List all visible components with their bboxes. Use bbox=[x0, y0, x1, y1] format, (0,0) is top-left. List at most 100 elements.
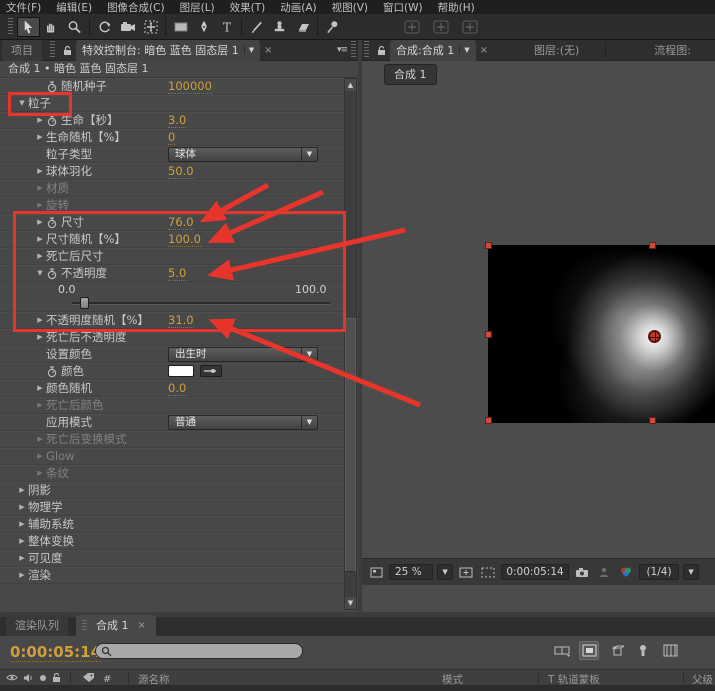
show-snapshot-icon[interactable] bbox=[595, 564, 613, 580]
param-value[interactable]: 0.0 bbox=[168, 381, 187, 396]
current-time-display[interactable]: 0:00:05:14 bbox=[10, 643, 102, 662]
dropdown-arrow-icon[interactable]: ▼ bbox=[301, 148, 317, 161]
frame-blend-icon[interactable] bbox=[552, 641, 572, 660]
twirl-closed-icon[interactable]: ▶ bbox=[34, 129, 46, 146]
twirl-closed-icon[interactable]: ▶ bbox=[34, 180, 46, 197]
chevron-down-icon[interactable]: ▼ bbox=[459, 45, 470, 54]
dropdown-arrow-icon[interactable]: ▼ bbox=[301, 348, 317, 361]
stopwatch-icon[interactable] bbox=[47, 267, 57, 280]
twirl-closed-icon[interactable]: ▶ bbox=[34, 248, 46, 265]
index-hash-icon[interactable]: # bbox=[103, 674, 111, 685]
region-of-interest-icon[interactable] bbox=[479, 564, 497, 580]
pen-tool-icon[interactable] bbox=[192, 17, 215, 37]
close-icon[interactable]: × bbox=[480, 45, 488, 56]
menu-item-7[interactable]: 视图(V) bbox=[332, 0, 368, 15]
stopwatch-icon[interactable] bbox=[47, 216, 57, 229]
tab-layer[interactable]: 图层:(无) bbox=[534, 42, 579, 58]
composition-viewer[interactable]: 合成 1 25 % ▼ 0:00:05:14 (1/4) ▼ bbox=[362, 61, 715, 585]
motion-blur-icon[interactable] bbox=[633, 641, 653, 660]
audio-speaker-icon[interactable] bbox=[23, 673, 34, 686]
close-icon[interactable]: × bbox=[138, 620, 146, 631]
live-update-icon[interactable]: ✶ bbox=[606, 641, 626, 660]
twirl-closed-icon[interactable]: ▶ bbox=[16, 533, 28, 550]
color-swatch[interactable] bbox=[168, 365, 194, 377]
column-parent[interactable]: 父级 bbox=[692, 672, 713, 687]
rect-tool-icon[interactable] bbox=[169, 17, 192, 37]
viewer-timecode[interactable]: 0:00:05:14 bbox=[501, 564, 569, 580]
selection-tool-icon[interactable] bbox=[17, 16, 40, 37]
stopwatch-icon[interactable] bbox=[47, 365, 57, 378]
scroll-down-icon[interactable]: ▼ bbox=[345, 597, 356, 609]
menu-item-8[interactable]: 窗口(W) bbox=[383, 0, 423, 15]
snapshot-camera-icon[interactable] bbox=[573, 564, 591, 580]
param-value[interactable]: 3.0 bbox=[168, 113, 187, 128]
twirl-open-icon[interactable]: ▼ bbox=[16, 95, 28, 112]
twirl-closed-icon[interactable]: ▶ bbox=[34, 465, 46, 482]
anchor-point-target[interactable] bbox=[648, 330, 661, 343]
twirl-closed-icon[interactable]: ▶ bbox=[34, 231, 46, 248]
param-value[interactable]: 100000 bbox=[168, 79, 212, 94]
axis-local-icon[interactable] bbox=[400, 17, 423, 37]
selection-handle[interactable] bbox=[485, 331, 492, 338]
panel-menu-icon[interactable]: ▾≡ bbox=[337, 45, 348, 55]
twirl-closed-icon[interactable]: ▶ bbox=[34, 329, 46, 346]
stamp-tool-icon[interactable] bbox=[268, 17, 291, 37]
dropdown-arrow-icon[interactable]: ▼ bbox=[301, 416, 317, 429]
menu-item-3[interactable]: 图像合成(C) bbox=[107, 0, 165, 15]
scrollbar-thumb[interactable] bbox=[345, 317, 356, 572]
twirl-closed-icon[interactable]: ▶ bbox=[34, 448, 46, 465]
tab-render-queue[interactable]: 渲染队列 bbox=[6, 615, 68, 636]
resolution-dropdown-arrow-icon[interactable]: ▼ bbox=[683, 564, 699, 580]
chevron-down-icon[interactable]: ▼ bbox=[243, 45, 254, 54]
stopwatch-icon[interactable] bbox=[47, 80, 57, 93]
column-source-name[interactable]: 源名称 bbox=[138, 672, 170, 687]
param-value[interactable]: 0 bbox=[168, 130, 176, 145]
selection-handle[interactable] bbox=[649, 242, 656, 249]
zoom-tool-icon[interactable] bbox=[63, 17, 86, 37]
param-value[interactable]: 76.0 bbox=[168, 215, 194, 230]
scrollbar[interactable]: ▲ ▼ bbox=[344, 78, 357, 610]
scroll-up-icon[interactable]: ▲ bbox=[345, 79, 356, 91]
eyedropper-icon[interactable] bbox=[200, 365, 222, 377]
solo-icon[interactable] bbox=[39, 673, 47, 685]
slider-handle[interactable] bbox=[80, 297, 89, 309]
param-dropdown[interactable]: 球体 ▼ bbox=[168, 147, 318, 162]
draft-3d-icon[interactable] bbox=[579, 641, 599, 660]
twirl-closed-icon[interactable]: ▶ bbox=[16, 567, 28, 584]
safe-margins-icon[interactable] bbox=[457, 564, 475, 580]
panel-gripper[interactable] bbox=[351, 41, 356, 59]
lock-icon[interactable] bbox=[377, 45, 386, 56]
slider-track[interactable] bbox=[72, 297, 330, 309]
solid-layer-with-particle[interactable] bbox=[485, 242, 715, 424]
eraser-tool-icon[interactable] bbox=[291, 17, 314, 37]
toolbar-gripper[interactable] bbox=[8, 17, 13, 36]
text-tool-icon[interactable]: T bbox=[215, 17, 238, 37]
video-eye-icon[interactable] bbox=[6, 673, 18, 685]
twirl-closed-icon[interactable]: ▶ bbox=[34, 163, 46, 180]
resolution-dropdown[interactable]: (1/4) bbox=[639, 564, 679, 580]
column-trkmat[interactable]: T 轨道蒙板 bbox=[548, 672, 600, 687]
comp-name-chip[interactable]: 合成 1 bbox=[384, 64, 437, 85]
zoom-dropdown-arrow-icon[interactable]: ▼ bbox=[437, 564, 453, 580]
channel-rgb-icon[interactable] bbox=[617, 564, 635, 580]
selection-handle[interactable] bbox=[485, 242, 492, 249]
menu-item-6[interactable]: 动画(A) bbox=[280, 0, 316, 15]
twirl-closed-icon[interactable]: ▶ bbox=[34, 431, 46, 448]
rotate-tool-icon[interactable] bbox=[93, 17, 116, 37]
menu-item-9[interactable]: 帮助(H) bbox=[438, 0, 475, 15]
twirl-closed-icon[interactable]: ▶ bbox=[34, 312, 46, 329]
pin-tool-icon[interactable] bbox=[321, 17, 344, 37]
param-value[interactable]: 50.0 bbox=[168, 164, 194, 179]
timeline-search[interactable] bbox=[95, 643, 303, 659]
param-value[interactable]: 100.0 bbox=[168, 232, 201, 247]
menu-item-5[interactable]: 效果(T) bbox=[230, 0, 266, 15]
axis-world-icon[interactable] bbox=[429, 17, 452, 37]
tab-project[interactable]: 项目 bbox=[2, 39, 42, 61]
twirl-closed-icon[interactable]: ▶ bbox=[34, 397, 46, 414]
tab-composition[interactable]: 合成:合成 1 ▼ bbox=[390, 39, 476, 61]
stopwatch-icon[interactable] bbox=[47, 114, 57, 127]
tab-effect-controls[interactable]: 特效控制台: 暗色 蓝色 固态层 1 ▼ bbox=[76, 39, 261, 61]
twirl-closed-icon[interactable]: ▶ bbox=[16, 482, 28, 499]
lock-icon[interactable] bbox=[63, 45, 72, 56]
twirl-closed-icon[interactable]: ▶ bbox=[16, 516, 28, 533]
